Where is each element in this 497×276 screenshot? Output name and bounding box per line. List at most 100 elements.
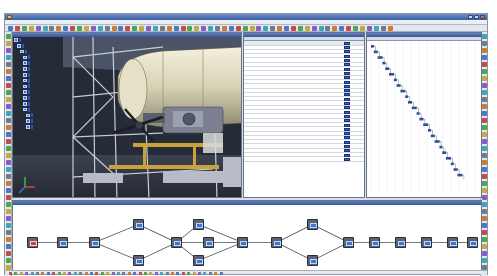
status-bar-icon[interactable] [176, 271, 180, 275]
left-palette-icon[interactable] [6, 118, 11, 123]
gantt-bars[interactable] [367, 41, 483, 196]
toolbar-icon[interactable] [118, 26, 124, 31]
status-bar-icon[interactable] [84, 271, 88, 275]
left-palette-icon[interactable] [6, 132, 11, 137]
flow-process-node[interactable] [307, 255, 318, 266]
toolbar-icon[interactable] [201, 26, 207, 31]
flow-process-node[interactable] [57, 237, 68, 248]
left-palette-icon[interactable] [6, 90, 11, 95]
tree-node[interactable] [23, 67, 30, 72]
toolbar-icon[interactable] [339, 26, 345, 31]
status-bar-icon[interactable] [149, 271, 153, 275]
tree-node[interactable] [20, 49, 27, 55]
flow-process-node[interactable] [193, 219, 204, 230]
toolbar-icon[interactable] [49, 26, 55, 31]
tree-node[interactable] [23, 55, 30, 60]
toolbar-icon[interactable] [35, 26, 41, 31]
flow-process-node[interactable] [237, 237, 248, 248]
tree-node[interactable] [17, 43, 24, 49]
maximize-button[interactable] [474, 15, 479, 19]
table-row[interactable] [244, 157, 364, 162]
left-palette-icon[interactable] [6, 55, 11, 60]
status-bar-icon[interactable] [181, 271, 185, 275]
flow-start-node[interactable] [27, 237, 38, 248]
flow-process-node[interactable] [343, 237, 354, 248]
tree-node[interactable] [23, 101, 30, 107]
toolbar-icon[interactable] [208, 26, 214, 31]
toolbar-icon[interactable] [235, 26, 241, 31]
left-palette-icon[interactable] [6, 216, 11, 221]
status-bar-icon[interactable] [122, 271, 126, 275]
left-palette-icon[interactable] [6, 167, 11, 172]
flow-process-node[interactable] [133, 255, 144, 266]
status-bar-icon[interactable] [138, 271, 142, 275]
status-bar-icon[interactable] [57, 271, 61, 275]
left-palette-icon[interactable] [6, 139, 11, 144]
toolbar-icon[interactable] [125, 26, 131, 31]
left-palette-icon[interactable] [6, 244, 11, 249]
toolbar-icon[interactable] [139, 26, 145, 31]
left-palette-icon[interactable] [6, 41, 11, 46]
toolbar-icon[interactable] [63, 26, 69, 31]
status-bar-icon[interactable] [117, 271, 120, 275]
toolbar-icon[interactable] [187, 26, 193, 31]
flow-process-node[interactable] [307, 219, 318, 230]
left-palette-icon[interactable] [6, 181, 11, 186]
status-bar-icon[interactable] [25, 271, 29, 275]
toolbar-icon[interactable] [290, 26, 296, 31]
toolbar-icon[interactable] [166, 26, 172, 31]
left-palette-icon[interactable] [6, 153, 11, 158]
status-bar-icon[interactable] [68, 271, 72, 275]
status-bar-icon[interactable] [171, 271, 174, 275]
status-bar-icon[interactable] [133, 271, 137, 275]
status-bar-icon[interactable] [46, 271, 50, 275]
toolbar-icon[interactable] [90, 26, 96, 31]
left-palette-icon[interactable] [6, 104, 11, 109]
toolbar-icon[interactable] [28, 26, 34, 31]
toolbar-icon[interactable] [242, 26, 248, 31]
toolbar-icon[interactable] [221, 26, 227, 31]
toolbar-icon[interactable] [311, 26, 317, 31]
tree-node[interactable] [23, 96, 30, 101]
status-bar-icon[interactable] [165, 271, 169, 275]
toolbar-icon[interactable] [159, 26, 165, 31]
toolbar-icon[interactable] [70, 26, 76, 31]
flow-process-node[interactable] [271, 237, 282, 248]
status-bar-icon[interactable] [192, 271, 196, 275]
toolbar-icon[interactable] [366, 26, 372, 31]
minimize-button[interactable] [468, 15, 473, 19]
toolbar-icon[interactable] [297, 26, 303, 31]
flow-process-node[interactable] [89, 237, 100, 248]
toolbar-icon[interactable] [173, 26, 179, 31]
toolbar-icon[interactable] [14, 26, 20, 31]
tree-node[interactable] [23, 78, 30, 84]
toolbar-icon[interactable] [318, 26, 324, 31]
toolbar-icon[interactable] [42, 26, 48, 31]
toolbar-icon[interactable] [249, 26, 255, 31]
toolbar-icon[interactable] [97, 26, 103, 31]
toolbar-icon[interactable] [277, 26, 283, 31]
status-bar-icon[interactable] [30, 271, 34, 275]
toolbar-icon[interactable] [111, 26, 117, 31]
status-bar-icon[interactable] [127, 271, 131, 275]
toolbar-icon[interactable] [359, 26, 365, 31]
left-palette-icon[interactable] [6, 97, 11, 102]
flow-process-node[interactable] [133, 219, 144, 230]
left-palette-icon[interactable] [6, 188, 11, 193]
flow-process-node[interactable] [421, 237, 432, 248]
left-palette-icon[interactable] [6, 160, 11, 165]
flow-process-node[interactable] [193, 255, 204, 266]
tree-node[interactable] [26, 119, 33, 124]
toolbar-icon[interactable] [373, 26, 379, 31]
left-palette-icon[interactable] [6, 202, 11, 207]
toolbar-icon[interactable] [387, 26, 393, 31]
left-palette-icon[interactable] [6, 48, 11, 53]
3d-viewport[interactable] [12, 32, 242, 198]
tree-node[interactable] [23, 61, 30, 66]
flow-process-node[interactable] [171, 237, 182, 248]
left-palette-icon[interactable] [6, 195, 11, 200]
close-button[interactable] [480, 15, 485, 19]
left-palette-icon[interactable] [6, 209, 11, 214]
flow-process-node[interactable] [203, 237, 214, 248]
left-palette-icon[interactable] [6, 76, 11, 81]
